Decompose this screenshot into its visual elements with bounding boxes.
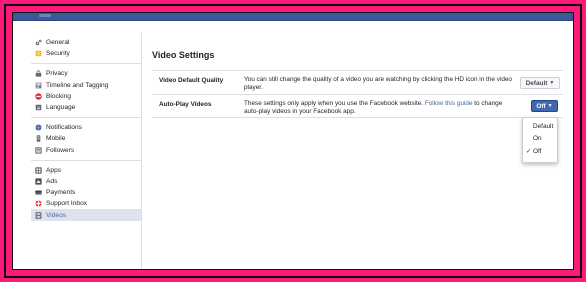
auto-play-dropdown-label: Off	[536, 102, 546, 110]
setting-name: Video Default Quality	[159, 77, 224, 84]
sidebar-item-language[interactable]: A Language	[31, 102, 141, 113]
menu-option-label: Default	[533, 122, 554, 130]
sidebar-item-label: Support Inbox	[46, 200, 88, 208]
sidebar-item-label: Privacy	[46, 70, 68, 78]
video-quality-dropdown-button[interactable]: Default ▼	[520, 77, 560, 89]
settings-table: Video Default Quality You can still chan…	[152, 70, 563, 118]
svg-text:A: A	[37, 105, 41, 111]
setting-description: These settings only apply when you use t…	[244, 100, 514, 117]
sidebar-item-apps[interactable]: Apps	[31, 165, 141, 176]
checkmark-icon: ✓	[526, 149, 532, 155]
sidebar-item-videos[interactable]: Videos	[31, 209, 141, 221]
sidebar-item-label: Blocking	[46, 92, 71, 100]
lifebuoy-icon	[35, 200, 42, 207]
facebook-window: General Security Privacy Timeline and Ta…	[12, 12, 574, 270]
sidebar-item-privacy[interactable]: Privacy	[31, 68, 141, 79]
sidebar-item-payments[interactable]: Payments	[31, 187, 141, 198]
facebook-logo[interactable]	[39, 14, 51, 17]
menu-option-default[interactable]: Default	[523, 120, 557, 133]
sidebar-item-label: Notifications	[46, 124, 82, 132]
timeline-icon	[35, 82, 42, 89]
sidebar-item-label: Videos	[46, 211, 67, 219]
menu-option-off[interactable]: ✓ Off	[523, 145, 557, 158]
auto-play-dropdown-button[interactable]: Off ▼	[531, 100, 558, 112]
sidebar-group-account: General Security	[31, 33, 141, 65]
sidebar-item-followers[interactable]: Followers	[31, 145, 141, 156]
auto-play-dropdown-menu: Default On ✓ Off	[522, 117, 558, 163]
caret-down-icon: ▼	[547, 102, 553, 109]
setting-description-text: These settings only apply when you use t…	[244, 100, 425, 107]
settings-sidebar: General Security Privacy Timeline and Ta…	[31, 33, 142, 269]
sidebar-item-label: General	[46, 39, 70, 47]
setting-row-auto-play-videos: Auto-Play Videos These settings only app…	[152, 95, 563, 118]
sidebar-item-notifications[interactable]: Notifications	[31, 122, 141, 133]
setting-row-video-default-quality: Video Default Quality You can still chan…	[152, 71, 563, 95]
menu-option-on[interactable]: On	[523, 133, 557, 146]
menu-option-label: On	[533, 135, 542, 143]
globe-notification-icon	[35, 124, 42, 131]
lock-icon	[35, 50, 42, 57]
sidebar-item-label: Mobile	[46, 135, 66, 143]
top-navigation-bar	[13, 13, 573, 21]
sidebar-item-label: Language	[46, 104, 76, 112]
rss-icon	[35, 146, 42, 154]
sidebar-group-privacy: Privacy Timeline and Tagging Blocking A …	[31, 64, 141, 119]
blocking-icon	[35, 93, 42, 100]
sidebar-item-label: Timeline and Tagging	[46, 81, 109, 89]
sidebar-item-label: Followers	[46, 146, 75, 154]
sidebar-group-apps: Apps Ads Payments Support Inbox Videos	[31, 161, 141, 225]
page-title: Video Settings	[152, 50, 215, 60]
globe-icon: A	[35, 104, 42, 111]
apps-icon	[35, 167, 42, 174]
sidebar-item-general[interactable]: General	[31, 37, 141, 48]
video-settings-panel: Video Settings Video Default Quality You…	[142, 33, 573, 269]
sidebar-item-label: Security	[46, 50, 70, 58]
sidebar-group-notifications: Notifications Mobile Followers	[31, 118, 141, 161]
setting-name: Auto-Play Videos	[159, 101, 212, 108]
ads-icon	[35, 178, 42, 185]
follow-this-guide-link[interactable]: Follow this guide	[425, 100, 473, 107]
credit-card-icon	[35, 189, 42, 196]
video-quality-dropdown-label: Default	[525, 79, 548, 87]
film-icon	[35, 211, 42, 219]
sidebar-item-support-inbox[interactable]: Support Inbox	[31, 198, 141, 209]
sidebar-item-security[interactable]: Security	[31, 48, 141, 59]
caret-down-icon: ▼	[549, 79, 555, 86]
privacy-lock-icon	[35, 70, 42, 78]
sidebar-item-label: Payments	[46, 189, 76, 197]
sidebar-item-ads[interactable]: Ads	[31, 176, 141, 187]
phone-icon	[35, 135, 42, 143]
gear-icon	[35, 39, 42, 46]
menu-option-label: Off	[533, 147, 542, 155]
sidebar-item-blocking[interactable]: Blocking	[31, 91, 141, 102]
setting-description: You can still change the quality of a vi…	[244, 76, 512, 92]
sidebar-item-mobile[interactable]: Mobile	[31, 133, 141, 144]
sidebar-item-label: Ads	[46, 177, 58, 185]
sidebar-item-timeline-and-tagging[interactable]: Timeline and Tagging	[31, 80, 141, 91]
sidebar-item-label: Apps	[46, 166, 62, 174]
